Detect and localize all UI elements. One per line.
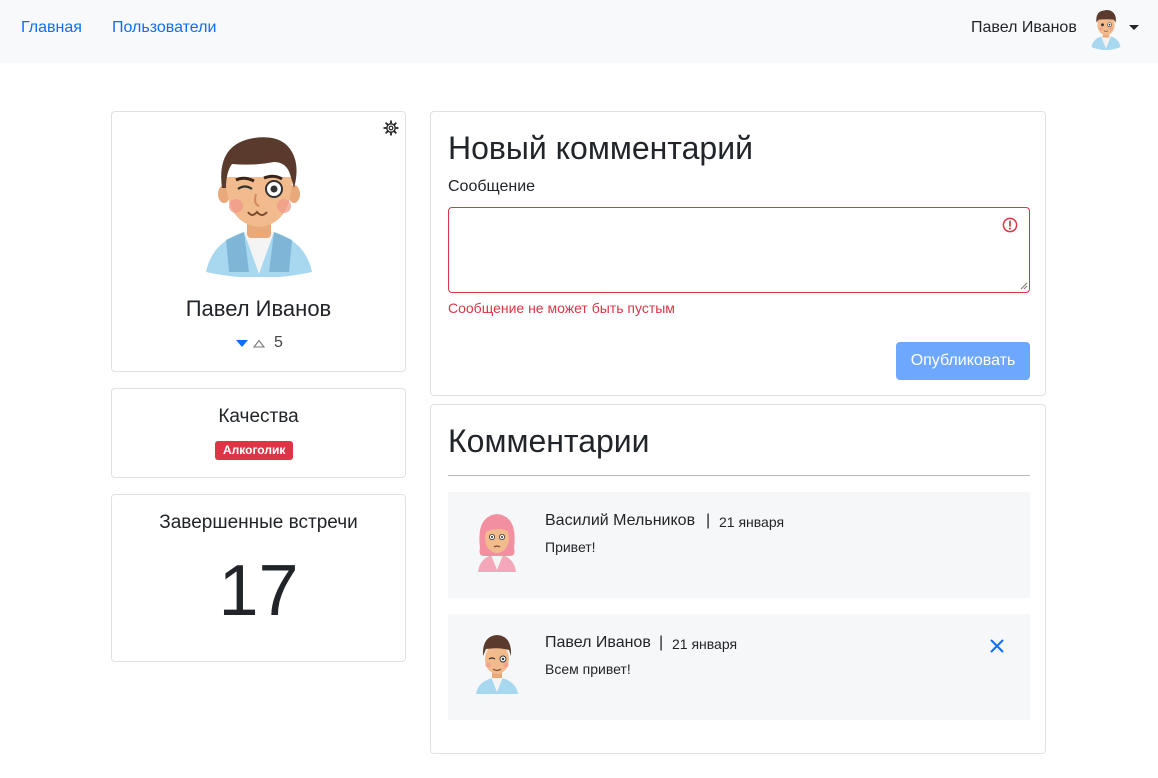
error-message: Сообщение не может быть пустым [448,300,675,316]
close-icon[interactable] [989,638,1005,654]
message-textarea[interactable] [448,207,1030,293]
comment-author[interactable]: Василий Мельников [545,512,695,530]
profile-name: Павел Иванов [185,296,332,321]
new-comment-card: Новый комментарий Сообщение Сообщение не… [430,111,1046,396]
meetings-title: Завершенные встречи [159,512,358,533]
female-avatar-icon [478,514,516,572]
qualities-title: Качества [218,406,299,427]
comment-item: Павел Иванов | 21 января Всем привет! [448,614,1030,720]
nav-link-home[interactable]: Главная [21,19,82,37]
male-avatar-icon [476,635,518,694]
vote-down-icon[interactable] [236,340,248,347]
qualities-card: Качества Алкоголик [111,388,406,478]
male-avatar-icon[interactable] [1090,8,1122,50]
comment-date: 21 января [719,514,785,530]
nav-user-name[interactable]: Павел Иванов [971,19,1077,37]
caret-down-icon[interactable] [1129,25,1139,30]
navbar: Главная Пользователи Павел Иванов [0,0,1158,63]
meetings-card: Завершенные встречи 17 [111,494,406,662]
comments-card: Комментарии Василий Мельников | 21 январ… [430,404,1046,754]
comment-author[interactable]: Павел Иванов [545,634,651,652]
comments-title: Комментарии [448,423,650,459]
comment-item: Василий Мельников | 21 января Привет! [448,492,1030,598]
profile-avatar [206,137,312,277]
comment-separator: | [706,512,711,529]
gear-icon[interactable] [383,120,399,136]
publish-button[interactable]: Опубликовать [896,342,1030,380]
rating-value: 5 [274,334,283,351]
resize-grip-icon[interactable] [1020,282,1028,290]
comment-text: Всем привет! [545,661,631,677]
profile-card: Павел Иванов 5 [111,111,406,372]
message-label: Сообщение [448,178,536,195]
comment-text: Привет! [545,539,596,555]
error-icon [1002,217,1018,233]
nav-link-users[interactable]: Пользователи [112,19,216,37]
quality-badge: Алкоголик [215,441,294,460]
comment-separator: | [659,634,664,651]
vote-up-icon[interactable] [253,339,265,348]
meetings-count: 17 [218,551,299,631]
divider [448,475,1030,476]
new-comment-title: Новый комментарий [448,130,753,166]
comment-date: 21 января [672,636,738,652]
